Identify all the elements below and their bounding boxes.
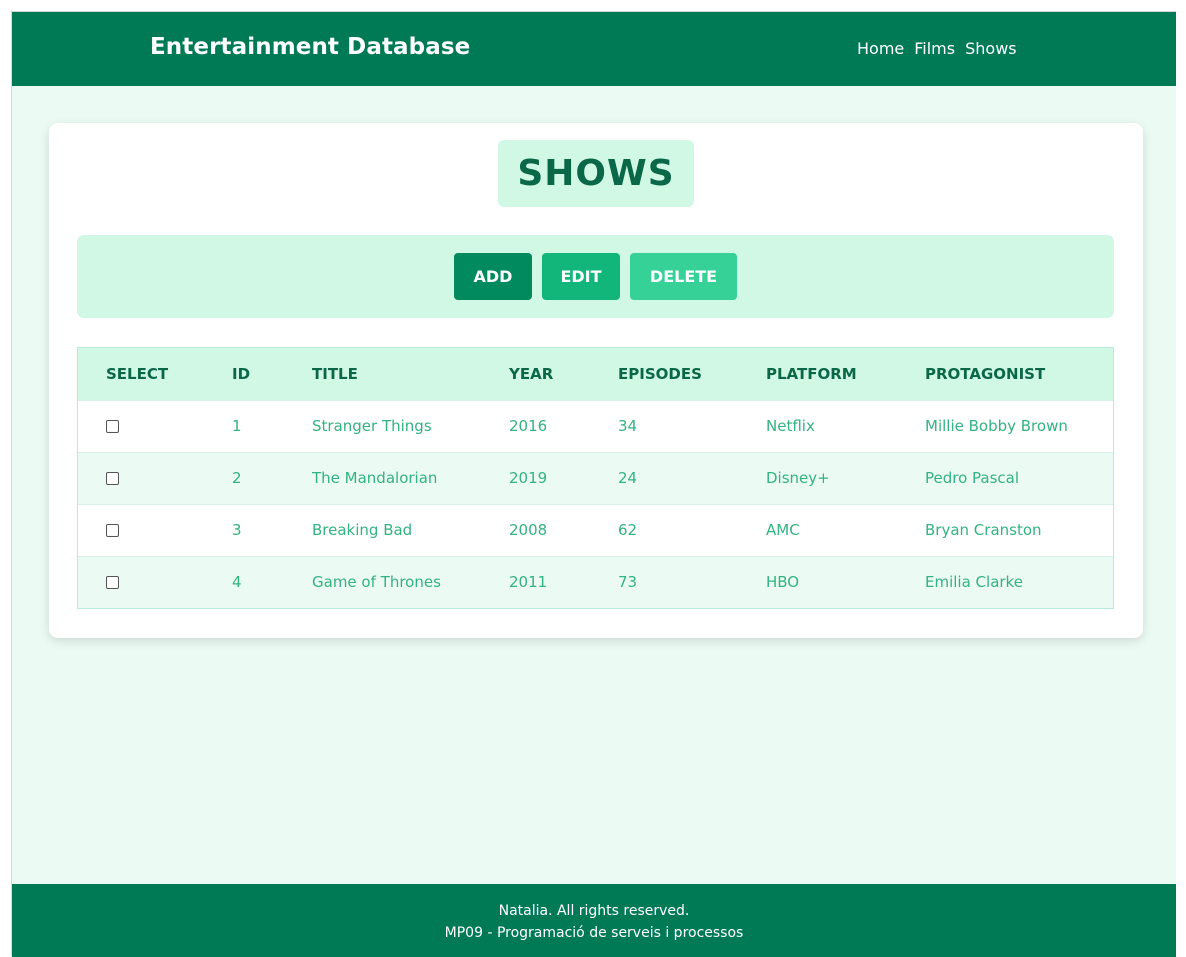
nav-home-link[interactable]: Home (857, 39, 904, 58)
add-button[interactable]: ADD (454, 253, 532, 300)
column-header-title: TITLE (284, 348, 481, 400)
id-cell: 1 (204, 399, 284, 452)
column-header-year: YEAR (481, 348, 590, 400)
protagonist-cell: Emilia Clarke (897, 555, 1113, 608)
select-cell (78, 555, 204, 608)
platform-cell: Disney+ (738, 451, 897, 504)
year-cell: 2011 (481, 555, 590, 608)
edit-button[interactable]: EDIT (542, 253, 620, 300)
column-header-protagonist: PROTAGONIST (897, 348, 1113, 400)
footer-copyright: Natalia. All rights reserved. (498, 903, 690, 919)
platform-cell: AMC (738, 503, 897, 556)
table-header-row: SELECT ID TITLE YEAR EPISODES PLATFORM P… (78, 348, 1113, 400)
action-toolbar: ADD EDIT DELETE (77, 235, 1114, 318)
site-brand[interactable]: Entertainment Database (150, 34, 470, 60)
row-select-checkbox[interactable] (106, 576, 119, 590)
nav-films-link[interactable]: Films (914, 39, 955, 58)
column-header-episodes: EPISODES (590, 348, 738, 400)
page-title: SHOWS (517, 153, 675, 194)
table-row: 3 Breaking Bad 2008 62 AMC Bryan Cransto… (78, 503, 1113, 556)
shows-table-container: SELECT ID TITLE YEAR EPISODES PLATFORM P… (77, 347, 1114, 609)
table-row: 2 The Mandalorian 2019 24 Disney+ Pedro … (78, 451, 1113, 504)
year-cell: 2008 (481, 503, 590, 556)
select-cell (78, 451, 204, 504)
select-cell (78, 399, 204, 452)
title-cell: Breaking Bad (284, 503, 481, 556)
content-card: SHOWS ADD EDIT DELETE SELECT ID TITLE YE… (49, 123, 1143, 638)
year-cell: 2016 (481, 399, 590, 452)
row-select-checkbox[interactable] (106, 472, 119, 485)
id-cell: 3 (204, 503, 284, 556)
page-footer: Natalia. All rights reserved. MP09 - Pro… (12, 884, 1176, 957)
episodes-cell: 24 (590, 451, 738, 504)
shows-table: SELECT ID TITLE YEAR EPISODES PLATFORM P… (78, 348, 1113, 608)
title-cell: The Mandalorian (284, 451, 481, 504)
row-select-checkbox[interactable] (106, 524, 119, 537)
select-cell (78, 503, 204, 556)
column-header-id: ID (204, 348, 284, 400)
episodes-cell: 34 (590, 399, 738, 452)
column-header-select: SELECT (78, 348, 204, 400)
title-cell: Stranger Things (284, 399, 481, 452)
protagonist-cell: Bryan Cranston (897, 503, 1113, 556)
episodes-cell: 62 (590, 503, 738, 556)
platform-cell: HBO (738, 555, 897, 608)
protagonist-cell: Pedro Pascal (897, 451, 1113, 504)
nav-shows-link[interactable]: Shows (965, 39, 1017, 58)
footer-course: MP09 - Programació de serveis i processo… (444, 925, 744, 941)
app-window: Entertainment Database Home Films Shows … (11, 11, 1176, 957)
year-cell: 2019 (481, 451, 590, 504)
column-header-platform: PLATFORM (738, 348, 897, 400)
platform-cell: Netflix (738, 399, 897, 452)
id-cell: 4 (204, 555, 284, 608)
top-header: Entertainment Database Home Films Shows (12, 12, 1176, 86)
row-select-checkbox[interactable] (106, 420, 119, 433)
episodes-cell: 73 (590, 555, 738, 608)
title-cell: Game of Thrones (284, 555, 481, 608)
id-cell: 2 (204, 451, 284, 504)
delete-button[interactable]: DELETE (630, 253, 737, 300)
page-title-box: SHOWS (498, 140, 694, 207)
protagonist-cell: Millie Bobby Brown (897, 399, 1113, 452)
main-nav: Home Films Shows (857, 39, 1017, 58)
table-row: 4 Game of Thrones 2011 73 HBO Emilia Cla… (78, 555, 1113, 608)
table-row: 1 Stranger Things 2016 34 Netflix Millie… (78, 399, 1113, 452)
